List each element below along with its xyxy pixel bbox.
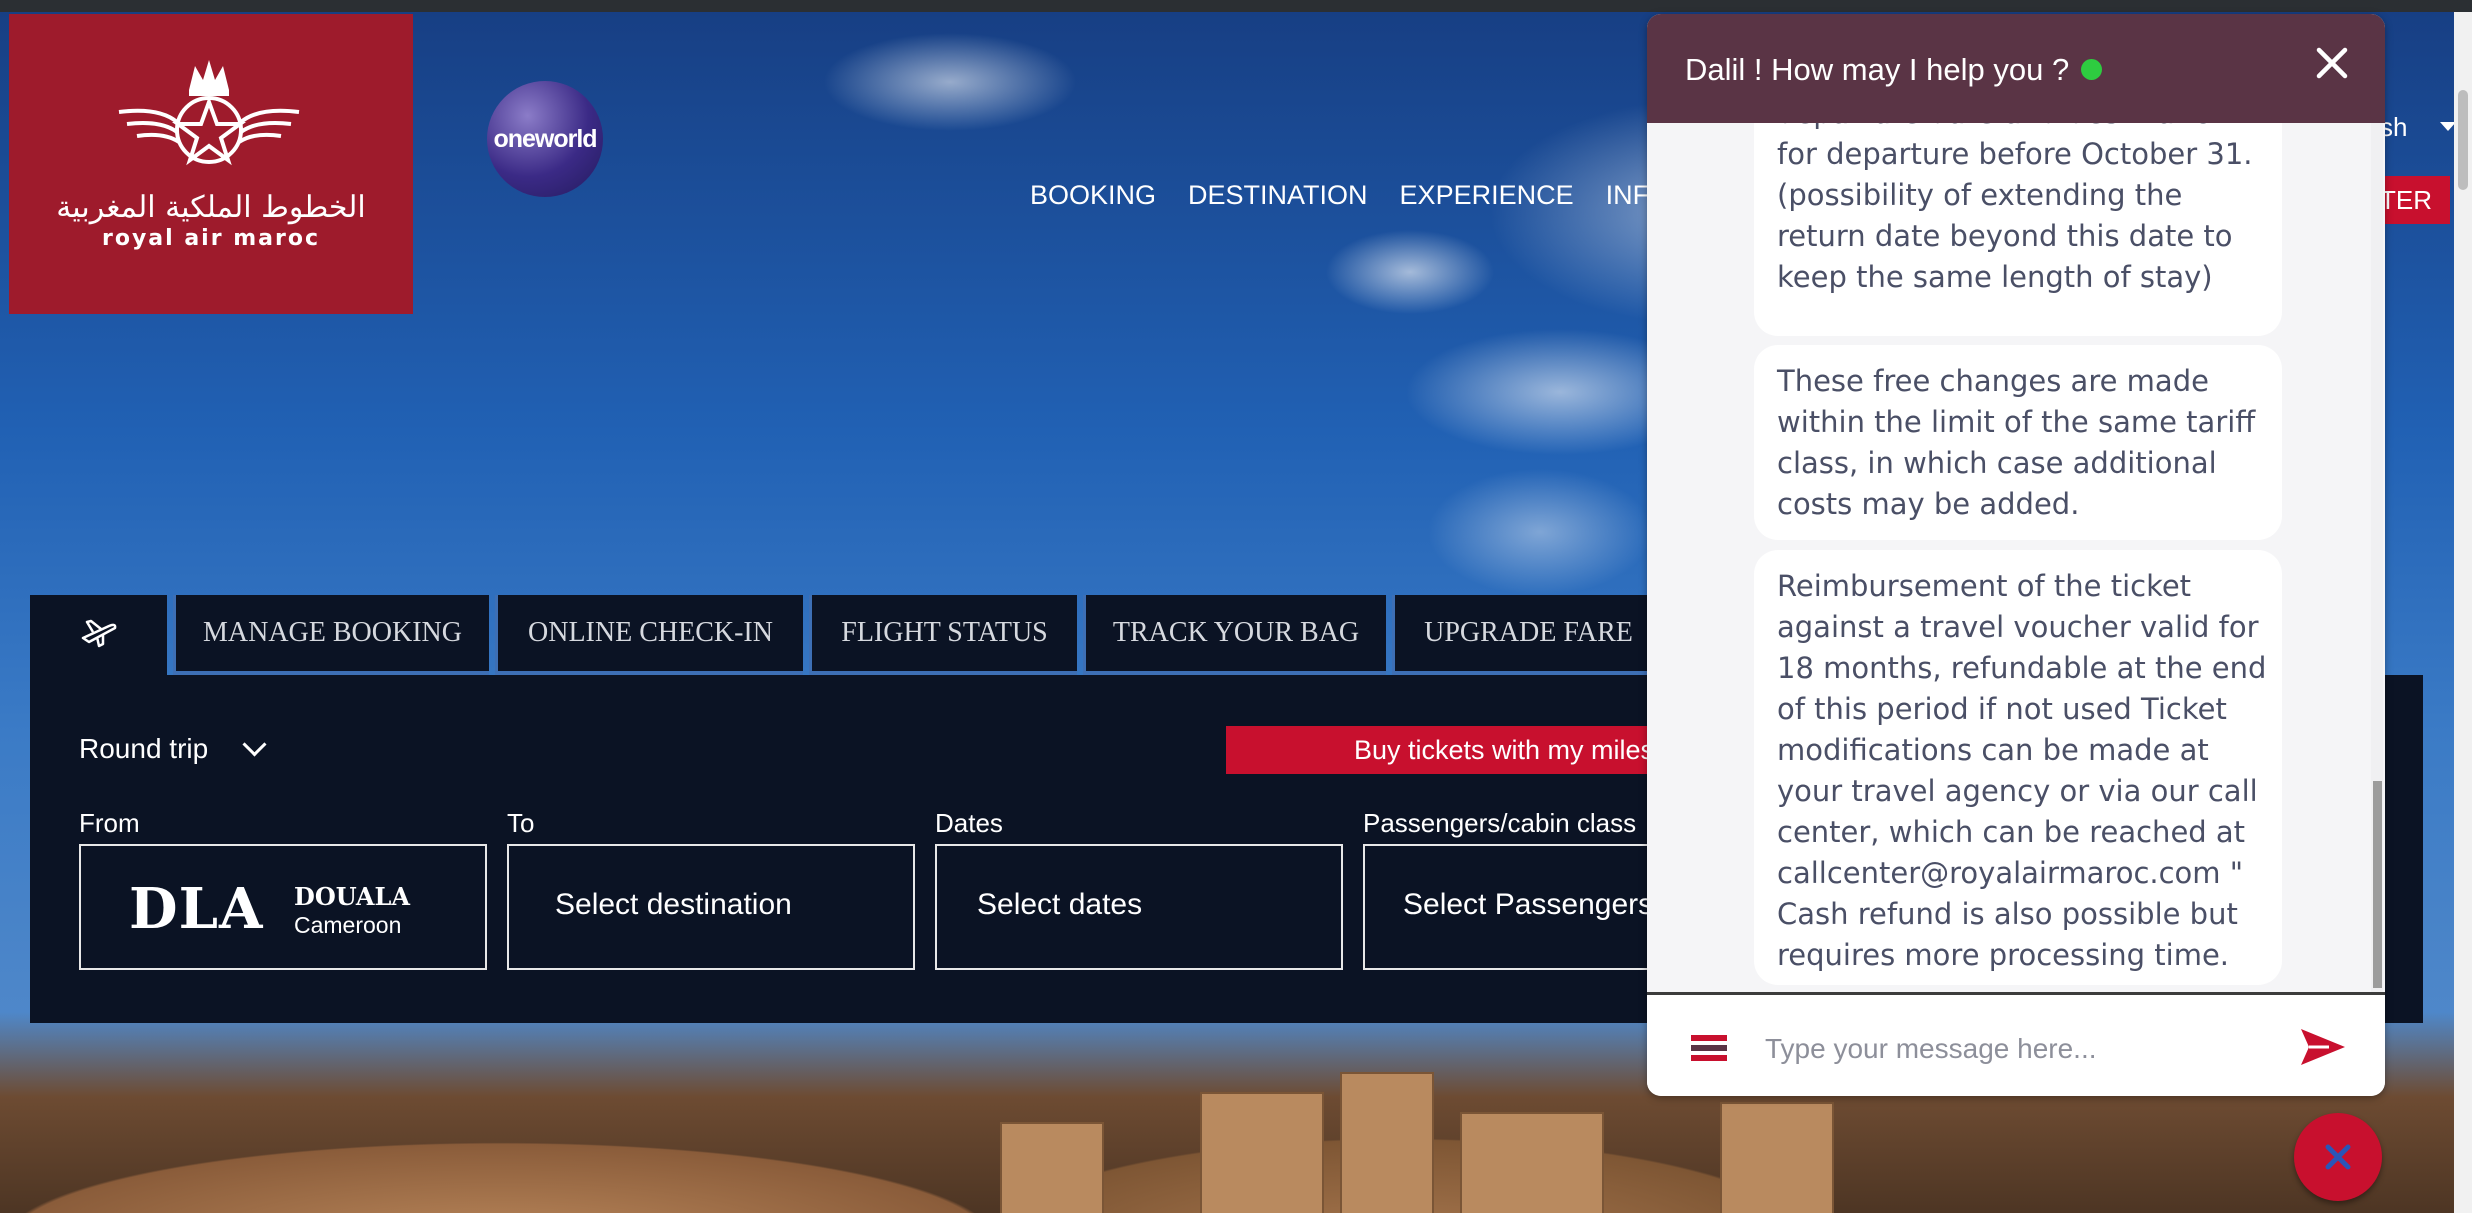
fab-close-icon [2325,1144,2351,1170]
chat-message: These free changes are made within the l… [1754,345,2282,540]
logo-arabic-text: الخطوط الملكية المغربية [56,190,366,225]
to-label: To [507,808,535,838]
kasbah-building [1340,1072,1434,1213]
trip-type-select[interactable]: Round trip [79,733,208,765]
origin-country: Cameroon [294,912,402,938]
booking-tabs: MANAGE BOOKING ONLINE CHECK-IN FLIGHT ST… [30,595,1662,675]
tab-manage-booking[interactable]: MANAGE BOOKING [173,595,489,675]
online-status-icon [2081,59,2103,81]
chat-widget: Dalil ! How may I help you ? departure d… [1647,14,2385,1096]
chat-title: Dalil ! How may I help you ? [1685,52,2103,88]
attach-icon[interactable] [1691,1035,1727,1061]
buy-with-miles-button[interactable]: Buy tickets with my miles [1226,726,1666,774]
passengers-placeholder: Select Passengers [1403,888,1647,921]
kasbah-building [1720,1102,1834,1213]
kasbah-building [1460,1112,1604,1213]
tab-track-your-bag[interactable]: TRACK YOUR BAG [1083,595,1386,675]
chat-messages[interactable]: departure date and destination for depar… [1647,123,2385,992]
booking-panel-edge [2383,677,2423,1023]
tab-book-flight[interactable] [30,595,167,675]
dates-field[interactable]: Select dates [935,844,1343,970]
origin-city: DOUALA [294,882,411,911]
origin-code: DLA [129,876,264,942]
chat-header: Dalil ! How may I help you ? [1647,14,2385,123]
tab-upgrade-fare[interactable]: UPGRADE FARE [1392,595,1662,675]
to-field[interactable]: Select destination [507,844,915,970]
logo-latin-text: royal air maroc [101,226,321,251]
tab-flight-status[interactable]: FLIGHT STATUS [809,595,1077,675]
chat-message: departure date and destination for depar… [1754,123,2282,336]
to-placeholder: Select destination [555,888,792,921]
passengers-label: Passengers/cabin class [1363,808,1637,838]
nav-experience[interactable]: EXPERIENCE [1400,180,1574,211]
chat-message-input[interactable] [1763,1023,2267,1075]
send-icon[interactable] [2299,1027,2347,1067]
passengers-field[interactable]: Select Passengers [1363,844,1647,970]
from-field[interactable]: DLA DOUALA Cameroon [79,844,487,970]
royal-air-maroc-logo[interactable]: الخطوط الملكية المغربية royal air maroc [9,14,413,314]
emblem-icon [118,60,300,166]
dates-placeholder: Select dates [977,888,1143,921]
chat-composer [1647,992,2385,1096]
chat-scrollbar-thumb[interactable] [2373,781,2382,988]
tab-online-check-in[interactable]: ONLINE CHECK-IN [495,595,803,675]
nav-booking[interactable]: BOOKING [1030,180,1156,211]
chat-message: Reimbursement of the ticket against a tr… [1754,550,2282,985]
kasbah-building [1000,1122,1104,1213]
main-nav: BOOKING DESTINATION EXPERIENCE INFO [1030,180,1670,211]
browser-top-strip [0,0,2472,12]
chat-title-text: Dalil ! How may I help you ? [1685,52,2070,87]
plane-icon [81,619,116,648]
from-label: From [79,808,140,838]
nav-destination[interactable]: DESTINATION [1188,180,1368,211]
close-icon[interactable] [2307,38,2357,88]
chat-toggle-button[interactable] [2294,1113,2382,1201]
oneworld-logo[interactable]: oneworld [487,81,603,197]
page-scrollbar-thumb[interactable] [2458,90,2468,190]
page-scrollbar[interactable] [2454,12,2472,1213]
kasbah-building [1200,1092,1324,1213]
dates-label: Dates [935,808,1003,838]
